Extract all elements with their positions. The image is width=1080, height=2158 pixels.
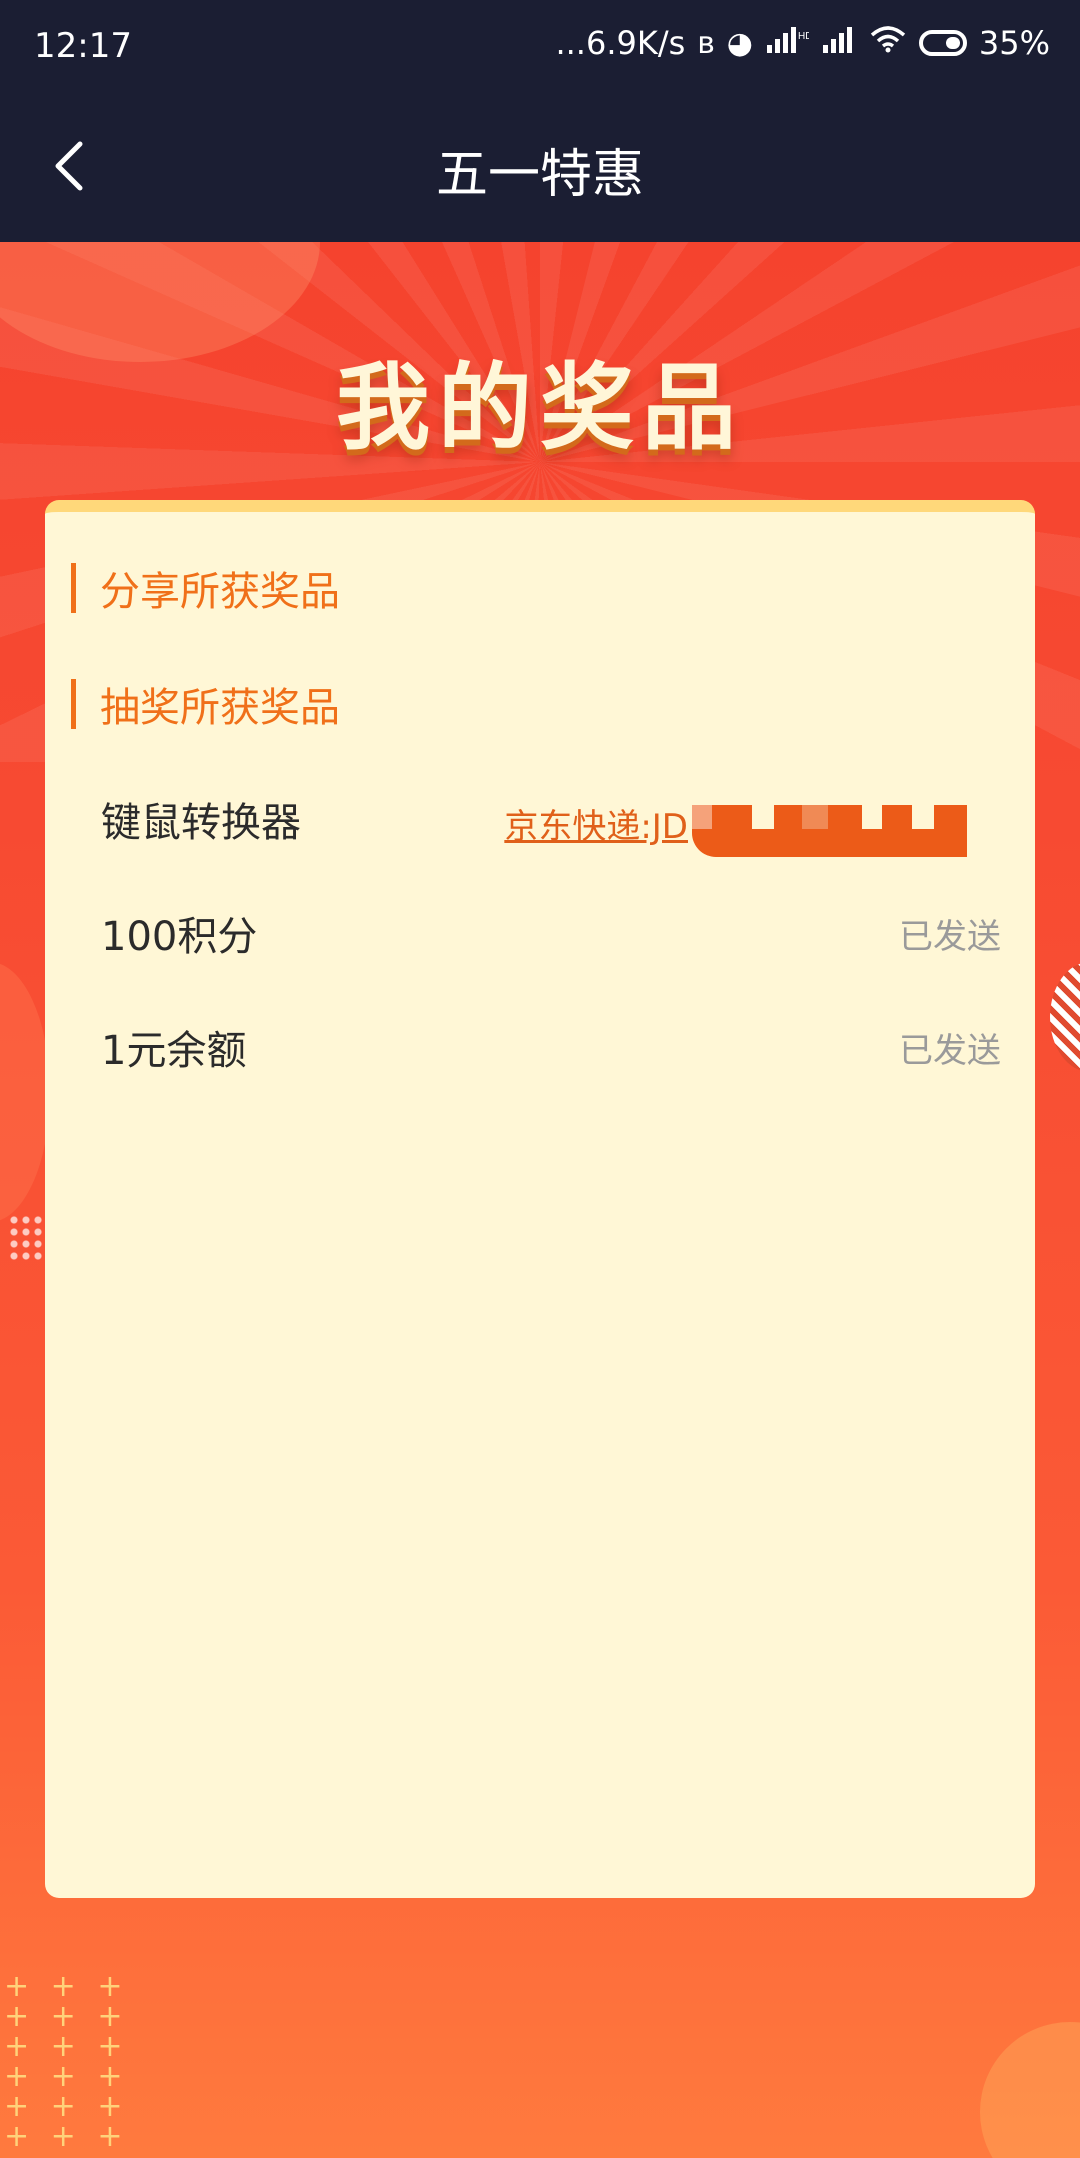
prize-name: 1元余额 xyxy=(101,1028,247,1074)
prize-name: 键鼠转换器 xyxy=(101,800,301,846)
section-share-prizes: 分享所获奖品 xyxy=(71,558,340,618)
decor-circle xyxy=(1050,962,1080,1072)
prize-row: 100积分 已发送 xyxy=(101,902,1001,972)
wifi-icon xyxy=(869,25,907,61)
prize-page: + + + + + + + + + + + + + + + + + + 我的奖品… xyxy=(0,242,1080,2158)
section-accent-bar xyxy=(71,679,76,729)
prize-status: 已发送 xyxy=(899,1031,1001,1071)
svg-text:HD: HD xyxy=(798,31,809,42)
signal-icon xyxy=(821,25,857,61)
section-title: 抽奖所获奖品 xyxy=(100,685,340,731)
prize-row: 键鼠转换器 京东快递:JD xyxy=(101,788,1001,858)
decor-plus-grid: + + + + + + + + + + + + + + + + + + xyxy=(4,1969,129,2154)
redacted-tracking-number xyxy=(692,805,967,857)
status-bar: 12:17 ...6.9K/s ʙ ◕ HD 35% xyxy=(0,0,1080,96)
decor-dots xyxy=(8,1214,48,1262)
decor-circle xyxy=(0,962,50,1222)
nav-bar: 五一特惠 xyxy=(0,96,1080,242)
bluetooth-icon: ʙ xyxy=(697,25,715,61)
decor-circle xyxy=(980,2022,1080,2158)
network-speed: ...6.9K/s xyxy=(555,24,686,62)
prize-status: 已发送 xyxy=(899,917,1001,957)
status-time: 12:17 xyxy=(34,26,132,66)
prize-name: 100积分 xyxy=(101,914,258,960)
section-lottery-prizes: 抽奖所获奖品 xyxy=(71,674,340,734)
hero-title: 我的奖品 xyxy=(335,354,744,463)
signal-icon: HD xyxy=(765,25,812,61)
section-title: 分享所获奖品 xyxy=(100,569,340,615)
tracking-link[interactable]: 京东快递:JD xyxy=(504,788,967,858)
app-notification-icon: ◕ xyxy=(726,25,753,61)
prize-row: 1元余额 已发送 xyxy=(101,1016,1001,1086)
status-icons: ...6.9K/s ʙ ◕ HD 35% xyxy=(555,24,1050,62)
battery-percent: 35% xyxy=(978,24,1050,62)
battery-icon xyxy=(918,30,967,56)
section-accent-bar xyxy=(71,563,76,613)
tracking-number[interactable]: 京东快递:JD xyxy=(504,799,688,848)
prize-card: 分享所获奖品 抽奖所获奖品 键鼠转换器 京东快递:JD 100积分 已发送 1元… xyxy=(45,500,1035,1898)
page-title: 五一特惠 xyxy=(435,145,644,205)
